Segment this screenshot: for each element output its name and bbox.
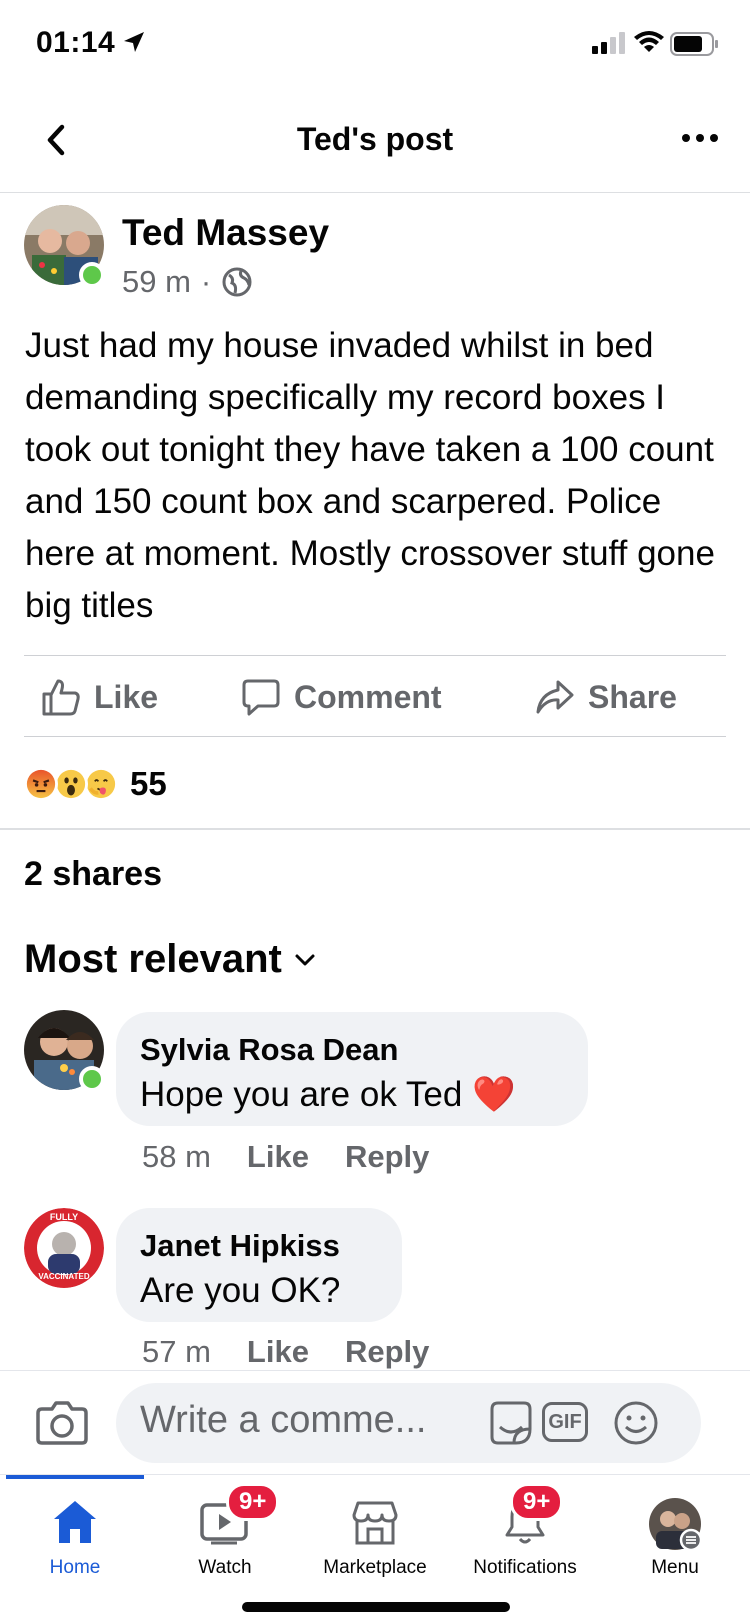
comment-bubble[interactable]: Sylvia Rosa Dean Hope you are ok Ted ❤️ [116,1012,588,1126]
post-text: Just had my house invaded whilst in bed … [25,326,715,625]
tab-label: Menu [651,1557,699,1578]
sort-label: Most relevant [24,937,282,981]
comment-time: 58 m [142,1139,211,1174]
tab-label: Marketplace [323,1557,427,1578]
share-arrow-icon [536,680,574,714]
comment-actions: 57 m Like Reply [142,1334,465,1370]
shares-count[interactable]: 2 shares [24,855,162,894]
tab-label: Notifications [473,1557,577,1578]
marketplace-icon [352,1501,398,1545]
home-indicator [242,1602,510,1612]
post-action-bar: Like Comment Share [24,655,726,737]
comment-text-body: Hope you are ok Ted [140,1075,473,1114]
badge-text-bottom: VACCINATED [38,1272,90,1281]
comment-time: 57 m [142,1334,211,1369]
commenter-avatar[interactable]: FULLY VACCINATED [24,1208,104,1288]
tab-label: Watch [198,1557,252,1578]
watch-badge: 9+ [226,1483,280,1521]
comment-button[interactable]: Comment [240,672,442,722]
menu-avatar-icon [648,1497,703,1552]
wifi-icon [634,31,664,52]
tab-notifications[interactable]: 9+ Notifications [450,1475,600,1585]
emoji-icon[interactable] [612,1399,660,1447]
more-options-icon[interactable] [680,123,720,153]
chevron-down-icon [295,954,315,965]
gif-label: GIF [548,1411,582,1433]
top-nav: Ted's post [0,95,750,193]
thumbs-up-icon [42,679,80,716]
like-label: Like [94,678,159,715]
reactions-summary[interactable]: 55 [24,764,167,804]
location-arrow-icon [124,32,144,52]
share-button[interactable]: Share [534,672,677,722]
tab-menu[interactable]: Menu [600,1475,750,1585]
comment-text: Are you OK? [140,1271,341,1310]
status-bar: 01:14 [0,0,750,90]
online-status-dot [79,262,105,288]
comment-actions: 58 m Like Reply [142,1139,465,1175]
cellular-signal-icon [592,32,625,54]
post-time: 59 m [122,264,191,299]
comment-text: Hope you are ok Ted ❤️ [140,1072,564,1118]
comment-sort-dropdown[interactable]: Most relevant [24,937,316,982]
tab-home[interactable]: Home [0,1475,150,1585]
battery-icon [670,32,718,56]
post-meta: 59 m · [122,264,253,300]
commenter-name[interactable]: Janet Hipkiss [140,1224,378,1268]
tab-marketplace[interactable]: Marketplace [300,1475,450,1585]
badge-text-top: FULLY [49,1212,79,1222]
reaction-count: 55 [130,765,167,802]
sticker-icon[interactable] [486,1399,536,1449]
section-divider [0,828,750,830]
comment-bubble-icon [242,679,280,716]
angry-reaction-icon [24,767,58,801]
comment-label: Comment [294,678,442,715]
status-time: 01:14 [36,26,116,59]
meta-separator: · [200,264,212,299]
page-title: Ted's post [296,121,454,157]
author-name[interactable]: Ted Massey [122,212,329,254]
gif-button[interactable]: GIF [542,1402,588,1442]
share-label: Share [588,678,677,715]
camera-icon[interactable] [36,1397,88,1447]
commenter-name[interactable]: Sylvia Rosa Dean [140,1028,564,1072]
tab-label: Home [49,1557,101,1578]
comment-reply-button[interactable]: Reply [345,1139,429,1175]
care-reaction-icon [84,767,118,801]
online-status-dot [79,1066,105,1092]
wow-reaction-icon [54,767,88,801]
comment-bubble[interactable]: Janet Hipkiss Are you OK? [116,1208,402,1322]
comment-like-button[interactable]: Like [247,1139,309,1175]
comment-like-button[interactable]: Like [247,1334,309,1370]
globe-icon [222,267,252,297]
red-heart-icon: ❤️ [472,1075,516,1114]
home-icon [54,1501,96,1543]
like-button[interactable]: Like [40,672,158,722]
comment-reply-button[interactable]: Reply [345,1334,429,1370]
tab-watch[interactable]: 9+ Watch [150,1475,300,1585]
comment-input[interactable]: Write a comme... GIF [116,1383,701,1463]
comment-placeholder: Write a comme... [140,1399,427,1441]
notifications-badge: 9+ [510,1483,564,1521]
comment-composer: Write a comme... GIF [0,1370,750,1474]
